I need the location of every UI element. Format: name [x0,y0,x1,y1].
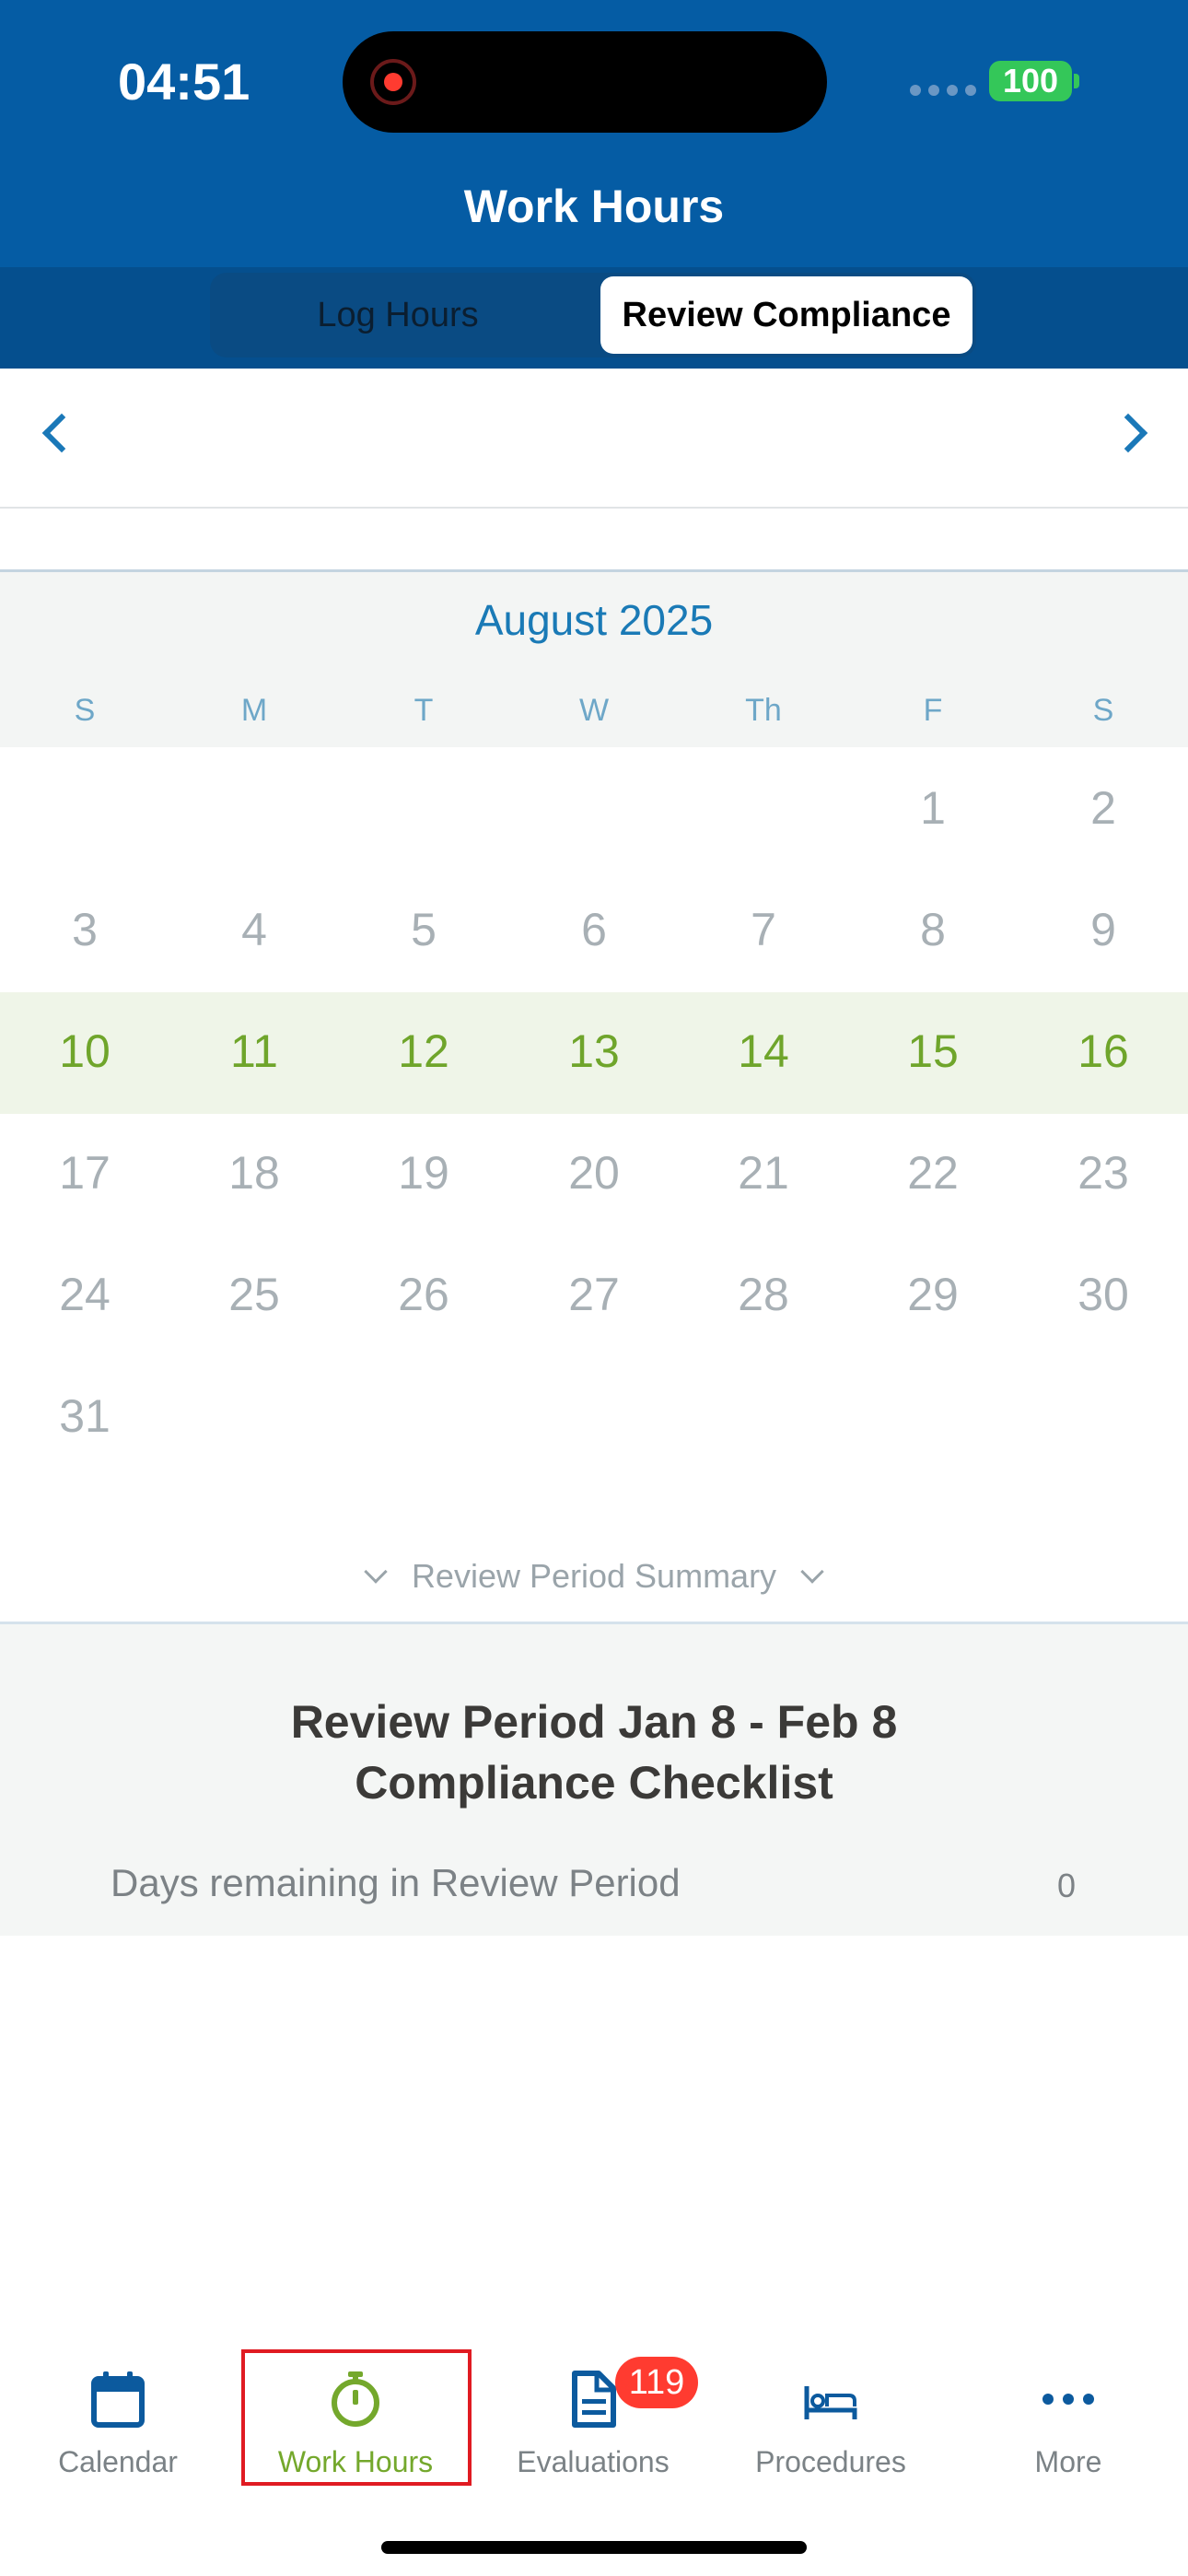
calendar-month: August 2025 [474,596,714,644]
tab-more[interactable]: More [958,2348,1179,2486]
review-summary-toggle[interactable]: Review Period Summary [0,1557,1188,1596]
calendar-day[interactable]: 7 [679,903,848,956]
page-title: Work Hours [463,181,725,232]
days-remaining-label: Days remaining in Review Period [111,1861,681,1904]
calendar-day[interactable]: 11 [169,1025,339,1078]
more-icon [1042,2394,1094,2405]
period-nav [0,369,1188,509]
tab-log-hours[interactable]: Log Hours [214,276,582,354]
calendar-day[interactable]: 14 [679,1025,848,1078]
summary-title-line1: Review Period Jan 8 - Feb 8 [290,1696,898,1748]
calendar-day[interactable]: 13 [509,1025,679,1078]
tab-label: Evaluations [517,2445,670,2478]
summary-title: Review Period Jan 8 - Feb 8 Compliance C… [0,1692,1188,1813]
calendar-day[interactable]: 4 [169,903,339,956]
weekday-label: Th [745,693,782,728]
chevron-down-icon [800,1560,824,1584]
summary-title-line2: Compliance Checklist [355,1757,833,1809]
weekday-label: S [1092,693,1114,728]
weekday-label: T [413,693,434,728]
calendar-day[interactable]: 30 [1019,1268,1188,1321]
calendar-day[interactable]: 9 [1019,903,1188,956]
weekday-label: M [240,693,268,728]
calendar-day[interactable]: 5 [339,903,508,956]
document-icon [572,2371,616,2428]
calendar-day[interactable]: 19 [339,1146,508,1200]
tab-review-compliance[interactable]: Review Compliance [600,276,973,354]
days-remaining-value: 0 [1057,1867,1077,1904]
calendar-day[interactable]: 10 [0,1025,169,1078]
chevron-down-icon [364,1560,388,1584]
calendar-day[interactable]: 16 [1019,1025,1188,1078]
tab-label: Procedures [755,2445,906,2478]
calendar-day[interactable]: 27 [509,1268,679,1321]
calendar-day[interactable]: 8 [848,903,1018,956]
status-time: 04:51 [118,53,250,111]
tab-calendar[interactable]: Calendar [7,2348,228,2486]
calendar-day[interactable]: 12 [339,1025,508,1078]
tab-label: Calendar [58,2445,178,2478]
chevron-left-icon[interactable] [41,413,82,453]
segmented-control: Log Hours Review Compliance [210,273,976,357]
weekday-label: W [578,693,610,728]
calendar-day[interactable]: 2 [1019,781,1188,835]
calendar-day[interactable]: 26 [339,1268,508,1321]
evaluations-badge: 119 [615,2357,698,2408]
calendar-day[interactable]: 29 [848,1268,1018,1321]
calendar-day[interactable]: 1 [848,781,1018,835]
calendar-day[interactable]: 21 [679,1146,848,1200]
recording-icon [370,59,416,105]
calendar-day[interactable]: 18 [169,1146,339,1200]
weekday-label: S [74,693,96,728]
calendar-day[interactable]: 31 [0,1389,169,1443]
signal-icon [910,85,976,96]
calendar-day[interactable]: 23 [1019,1146,1188,1200]
calendar-day[interactable]: 17 [0,1146,169,1200]
tab-label: More [1034,2445,1102,2478]
calendar-day[interactable]: 24 [0,1268,169,1321]
battery-icon: 100 [989,61,1072,101]
calendar-icon [91,2371,145,2428]
selection-highlight [241,2349,472,2486]
summary-toggle-label: Review Period Summary [411,1557,777,1595]
home-indicator[interactable] [381,2541,807,2554]
battery-tip [1074,74,1079,88]
tab-procedures[interactable]: Procedures [720,2348,941,2486]
calendar-day[interactable]: 20 [509,1146,679,1200]
calendar-day[interactable]: 6 [509,903,679,956]
calendar-day[interactable]: 3 [0,903,169,956]
calendar-day[interactable]: 22 [848,1146,1018,1200]
calendar-day[interactable]: 28 [679,1268,848,1321]
weekday-label: F [923,693,943,728]
bed-icon [804,2386,857,2419]
calendar-day[interactable]: 25 [169,1268,339,1321]
chevron-right-icon[interactable] [1108,413,1148,453]
calendar-day[interactable]: 15 [848,1025,1018,1078]
